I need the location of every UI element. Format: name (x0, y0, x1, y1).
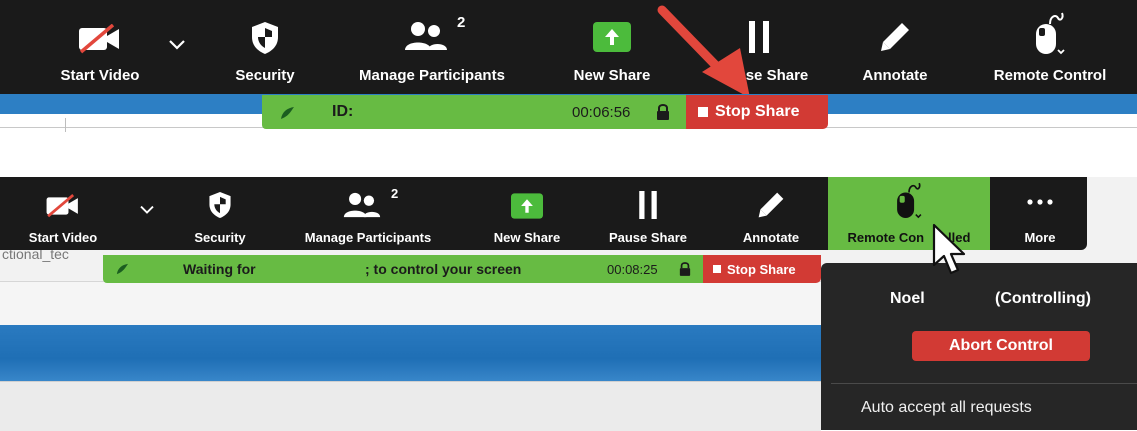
pencil-icon (881, 23, 909, 51)
shield-icon (252, 22, 278, 54)
video-options-chevron-icon[interactable] (167, 38, 187, 57)
start-video-label: Start Video (28, 230, 98, 245)
bottom-toolbar: Start Video Security 2 Manage Participan… (0, 177, 1087, 250)
security-label: Security (235, 67, 295, 84)
top-share-bar: ID: 00:06:56 (262, 95, 687, 129)
shield-icon (209, 192, 231, 218)
manage-participants-label: Manage Participants (304, 230, 432, 245)
controller-status: (Controlling) (995, 290, 1091, 307)
top-stop-share-button[interactable]: Stop Share (686, 95, 828, 129)
top-toolbar: Start Video Security 2 Manage Participan… (0, 0, 1137, 98)
popup-divider (831, 383, 1137, 384)
security-label: Security (194, 230, 246, 245)
new-share-button[interactable]: New Share (478, 177, 576, 250)
participants-icon (343, 192, 381, 218)
more-label: More (1024, 230, 1056, 245)
controller-name: Noel (890, 290, 925, 307)
top-panel: Start Video Security 2 Manage Participan… (0, 0, 1137, 132)
pause-share-button[interactable]: Pause Share (596, 177, 700, 250)
participants-icon (405, 22, 447, 50)
stop-share-label: Stop Share (715, 103, 800, 120)
bottom-panel: ctional_tec Start Video Security 2 Manag… (0, 177, 1137, 431)
lock-icon (657, 104, 669, 120)
share-leaf-icon (116, 263, 128, 275)
mouse-icon (897, 182, 922, 219)
remote-control-label: Remote Control (993, 67, 1107, 84)
abort-control-label: Abort Control (949, 337, 1053, 354)
share-up-arrow-icon (593, 22, 631, 52)
auto-accept-option[interactable]: Auto accept all requests (861, 399, 1032, 417)
share-leaf-icon (281, 107, 294, 119)
top-app-divider (65, 118, 66, 132)
share-timer: 00:08:25 (607, 262, 658, 277)
share-message-left: Waiting for (183, 261, 256, 277)
new-share-label: New Share (493, 230, 561, 245)
security-button[interactable]: Security (218, 0, 312, 94)
pause-share-label: Pause Share (608, 230, 688, 245)
more-dots-icon (1027, 199, 1053, 205)
app-blue-banner (0, 325, 821, 381)
start-video-button[interactable]: Start Video (28, 0, 172, 94)
remote-control-button[interactable]: Remote Control (975, 0, 1125, 94)
app-white-strip (0, 281, 821, 328)
annotate-button[interactable]: Annotate (724, 177, 818, 250)
annotate-label: Annotate (862, 67, 928, 84)
share-up-arrow-icon (511, 193, 543, 219)
pencil-icon (758, 192, 784, 218)
stop-square-icon (713, 265, 721, 273)
bottom-share-bar: Waiting for ; to control your screen 00:… (103, 255, 703, 283)
participant-count-badge: 2 (391, 186, 399, 201)
security-button[interactable]: Security (178, 177, 262, 250)
remote-control-popup: Noel (Controlling) Abort Control Auto ac… (821, 263, 1137, 430)
start-video-button[interactable]: Start Video (8, 177, 118, 250)
share-message-right: ; to control your screen (365, 261, 522, 277)
remote-controlled-label-left: Remote Con (847, 230, 925, 245)
more-button[interactable]: More (1000, 177, 1080, 250)
annotate-label: Annotate (742, 230, 800, 245)
annotate-button[interactable]: Annotate (843, 0, 947, 94)
mouse-cursor-icon (932, 223, 966, 275)
pause-icon (639, 191, 657, 219)
new-share-label: New Share (573, 67, 651, 84)
video-off-icon (46, 194, 78, 218)
video-options-chevron-icon[interactable] (138, 203, 156, 221)
stop-share-label: Stop Share (727, 261, 796, 277)
meeting-id-label: ID: (332, 103, 354, 120)
share-timer: 00:06:56 (572, 104, 631, 121)
app-grey-strip (0, 381, 821, 431)
manage-participants-label: Manage Participants (359, 67, 505, 84)
manage-participants-button[interactable]: 2 Manage Participants (286, 177, 450, 250)
stop-square-icon (698, 107, 708, 117)
manage-participants-button[interactable]: 2 Manage Participants (335, 0, 529, 94)
video-off-icon (79, 24, 119, 54)
start-video-label: Start Video (60, 67, 140, 84)
lock-icon (679, 262, 691, 276)
mouse-icon (1036, 12, 1065, 55)
participant-count-badge: 2 (457, 14, 466, 31)
bottom-stop-share-button[interactable]: Stop Share (703, 255, 821, 283)
abort-control-button[interactable]: Abort Control (912, 331, 1090, 361)
